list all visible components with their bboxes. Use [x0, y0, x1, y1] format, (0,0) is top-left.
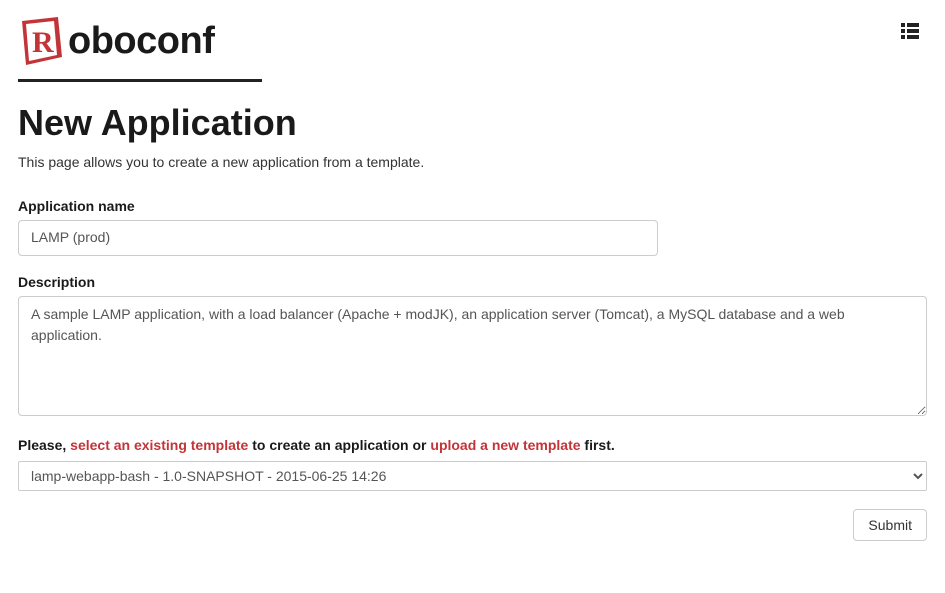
submit-button[interactable]: Submit — [853, 509, 927, 541]
upload-new-template-link[interactable]: upload a new template — [430, 437, 580, 453]
form-group-description: Description — [18, 274, 927, 419]
page-intro: This page allows you to create a new app… — [18, 154, 927, 170]
select-existing-template-link[interactable]: select an existing template — [70, 437, 248, 453]
template-prompt-prefix: Please, — [18, 437, 70, 453]
page-title: New Application — [18, 102, 927, 144]
submit-row: Submit — [18, 509, 927, 541]
svg-text:R: R — [32, 26, 54, 59]
app-name-label: Application name — [18, 198, 927, 214]
template-prompt-suffix: first. — [581, 437, 615, 453]
form-group-app-name: Application name — [18, 198, 927, 256]
template-select[interactable]: lamp-webapp-bash - 1.0-SNAPSHOT - 2015-0… — [18, 461, 927, 491]
logo-text: oboconf — [68, 20, 214, 63]
logo-r-icon: R — [18, 15, 64, 67]
menu-icon[interactable] — [901, 23, 919, 39]
form-group-template: Please, select an existing template to c… — [18, 437, 927, 491]
brand-logo[interactable]: R oboconf — [18, 15, 214, 67]
logo-wrap: R oboconf — [18, 15, 262, 82]
template-prompt-middle: to create an application or — [248, 437, 430, 453]
description-textarea[interactable] — [18, 296, 927, 416]
description-label: Description — [18, 274, 927, 290]
header: R oboconf — [18, 15, 927, 82]
template-prompt: Please, select an existing template to c… — [18, 437, 927, 453]
app-name-input[interactable] — [18, 220, 658, 256]
